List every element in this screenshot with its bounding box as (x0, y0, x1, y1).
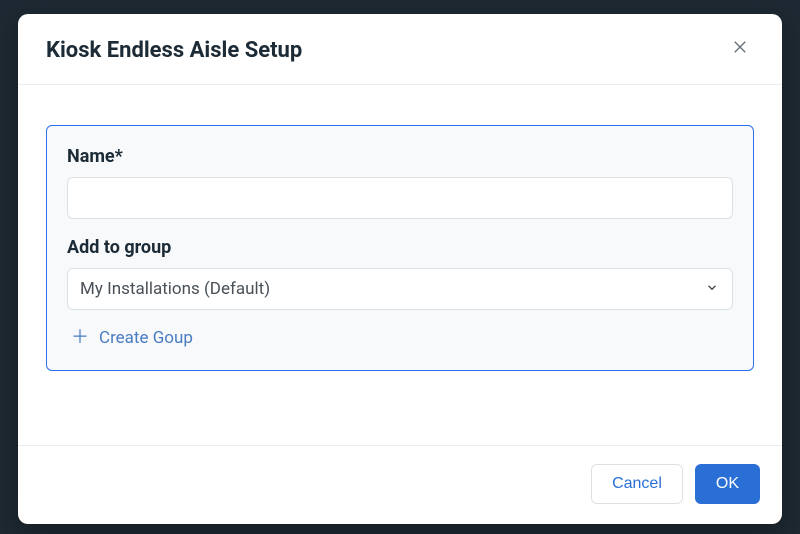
modal-header: Kiosk Endless Aisle Setup (18, 14, 782, 85)
name-input[interactable] (67, 177, 733, 219)
create-group-link[interactable]: ＋ Create Goup (67, 328, 733, 348)
modal-body: Name* Add to group My Installations (Def… (18, 85, 782, 445)
name-label: Name* (67, 146, 733, 167)
cancel-button[interactable]: Cancel (591, 464, 683, 504)
group-select-value: My Installations (Default) (67, 268, 733, 310)
close-icon (731, 38, 749, 62)
group-select[interactable]: My Installations (Default) (67, 268, 733, 310)
form-panel: Name* Add to group My Installations (Def… (46, 125, 754, 371)
close-button[interactable] (726, 36, 754, 64)
group-label: Add to group (67, 237, 733, 258)
create-group-label: Create Goup (99, 328, 193, 348)
modal-footer: Cancel OK (18, 445, 782, 524)
modal-dialog: Kiosk Endless Aisle Setup Name* Add to g… (18, 14, 782, 524)
plus-icon: ＋ (71, 329, 89, 347)
modal-title: Kiosk Endless Aisle Setup (46, 38, 302, 63)
ok-button[interactable]: OK (695, 464, 760, 504)
